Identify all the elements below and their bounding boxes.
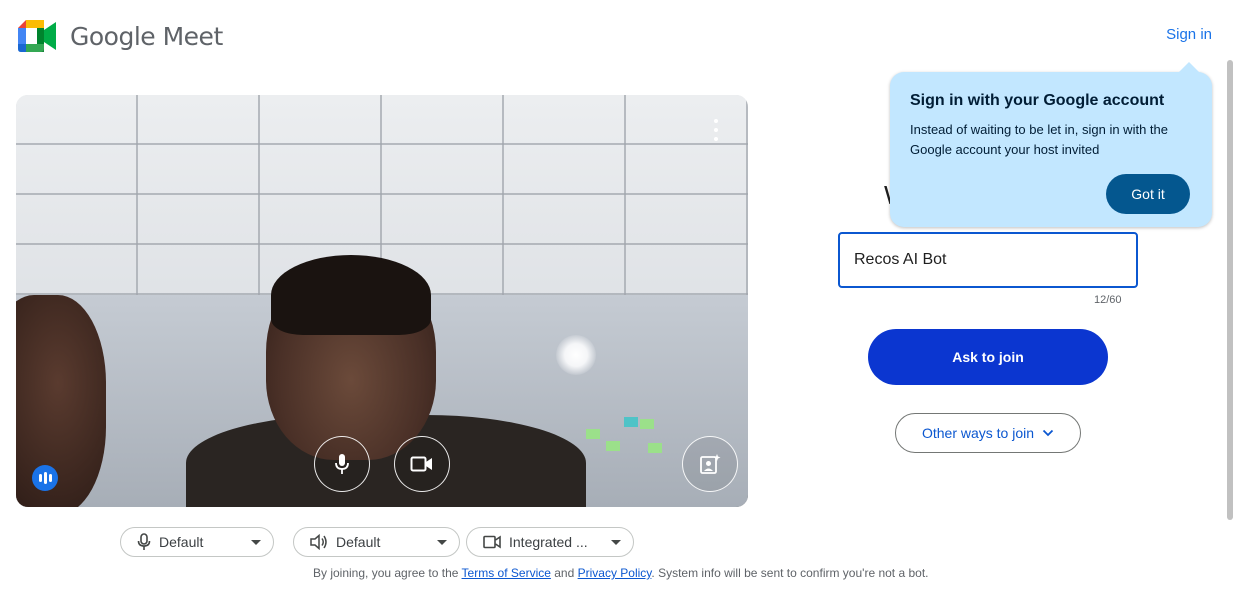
terms-and: and: [550, 566, 578, 580]
terms-of-service-link[interactable]: Terms of Service: [462, 566, 551, 580]
camera-toggle-button[interactable]: [394, 436, 450, 492]
visual-effects-button[interactable]: [682, 436, 738, 492]
ask-to-join-button[interactable]: Ask to join: [868, 329, 1108, 385]
terms-prefix: By joining, you agree to the: [313, 566, 462, 580]
video-person-left: [16, 295, 106, 507]
sign-in-tooltip: Sign in with your Google account Instead…: [890, 62, 1212, 227]
tooltip-body: Instead of waiting to be let in, sign in…: [910, 122, 1168, 157]
speaker-icon: [310, 534, 327, 550]
page-scrollbar[interactable]: [1224, 56, 1236, 521]
tooltip-title: Sign in with your Google account: [910, 92, 1165, 109]
terms-suffix: . System info will be sent to confirm yo…: [651, 566, 929, 580]
video-person-hair: [271, 255, 431, 335]
scrollbar-thumb[interactable]: [1227, 60, 1233, 520]
camera-select-value: Integrated ...: [509, 534, 588, 550]
mic-toggle-button[interactable]: [314, 436, 370, 492]
video-preview: [16, 95, 748, 507]
chevron-down-icon: [1042, 429, 1054, 437]
caret-down-icon: [611, 539, 621, 545]
mic-icon: [335, 454, 349, 474]
name-input[interactable]: [838, 232, 1138, 288]
camera-select[interactable]: Integrated ...: [466, 527, 634, 557]
tooltip-arrow: [1178, 62, 1200, 73]
microphone-select-value: Default: [159, 534, 204, 550]
app-name: Google Meet: [70, 21, 223, 51]
other-ways-to-join-label: Other ways to join: [921, 425, 1035, 441]
mic-icon: [137, 533, 151, 550]
meet-logo-icon: [18, 20, 56, 52]
video-light: [556, 335, 596, 375]
caret-down-icon: [437, 539, 447, 545]
audio-level-icon: [32, 465, 58, 491]
name-char-count: 12/60: [1094, 294, 1122, 306]
microphone-select[interactable]: Default: [120, 527, 274, 557]
caret-down-icon: [251, 539, 261, 545]
sign-in-link[interactable]: Sign in: [1166, 26, 1212, 43]
other-ways-to-join-button[interactable]: Other ways to join: [895, 413, 1081, 453]
visual-effects-icon: [700, 454, 721, 474]
videocam-icon: [410, 456, 432, 472]
google-meet-logo: Google Meet: [18, 20, 223, 52]
privacy-policy-link[interactable]: Privacy Policy: [578, 566, 652, 580]
speaker-select-value: Default: [336, 534, 381, 550]
more-vert-icon[interactable]: [710, 119, 722, 141]
terms-notice: By joining, you agree to the Terms of Se…: [313, 566, 929, 580]
got-it-button[interactable]: Got it: [1106, 174, 1190, 214]
videocam-icon: [483, 535, 501, 549]
speaker-select[interactable]: Default: [293, 527, 460, 557]
video-sticky-notes: [586, 415, 676, 455]
